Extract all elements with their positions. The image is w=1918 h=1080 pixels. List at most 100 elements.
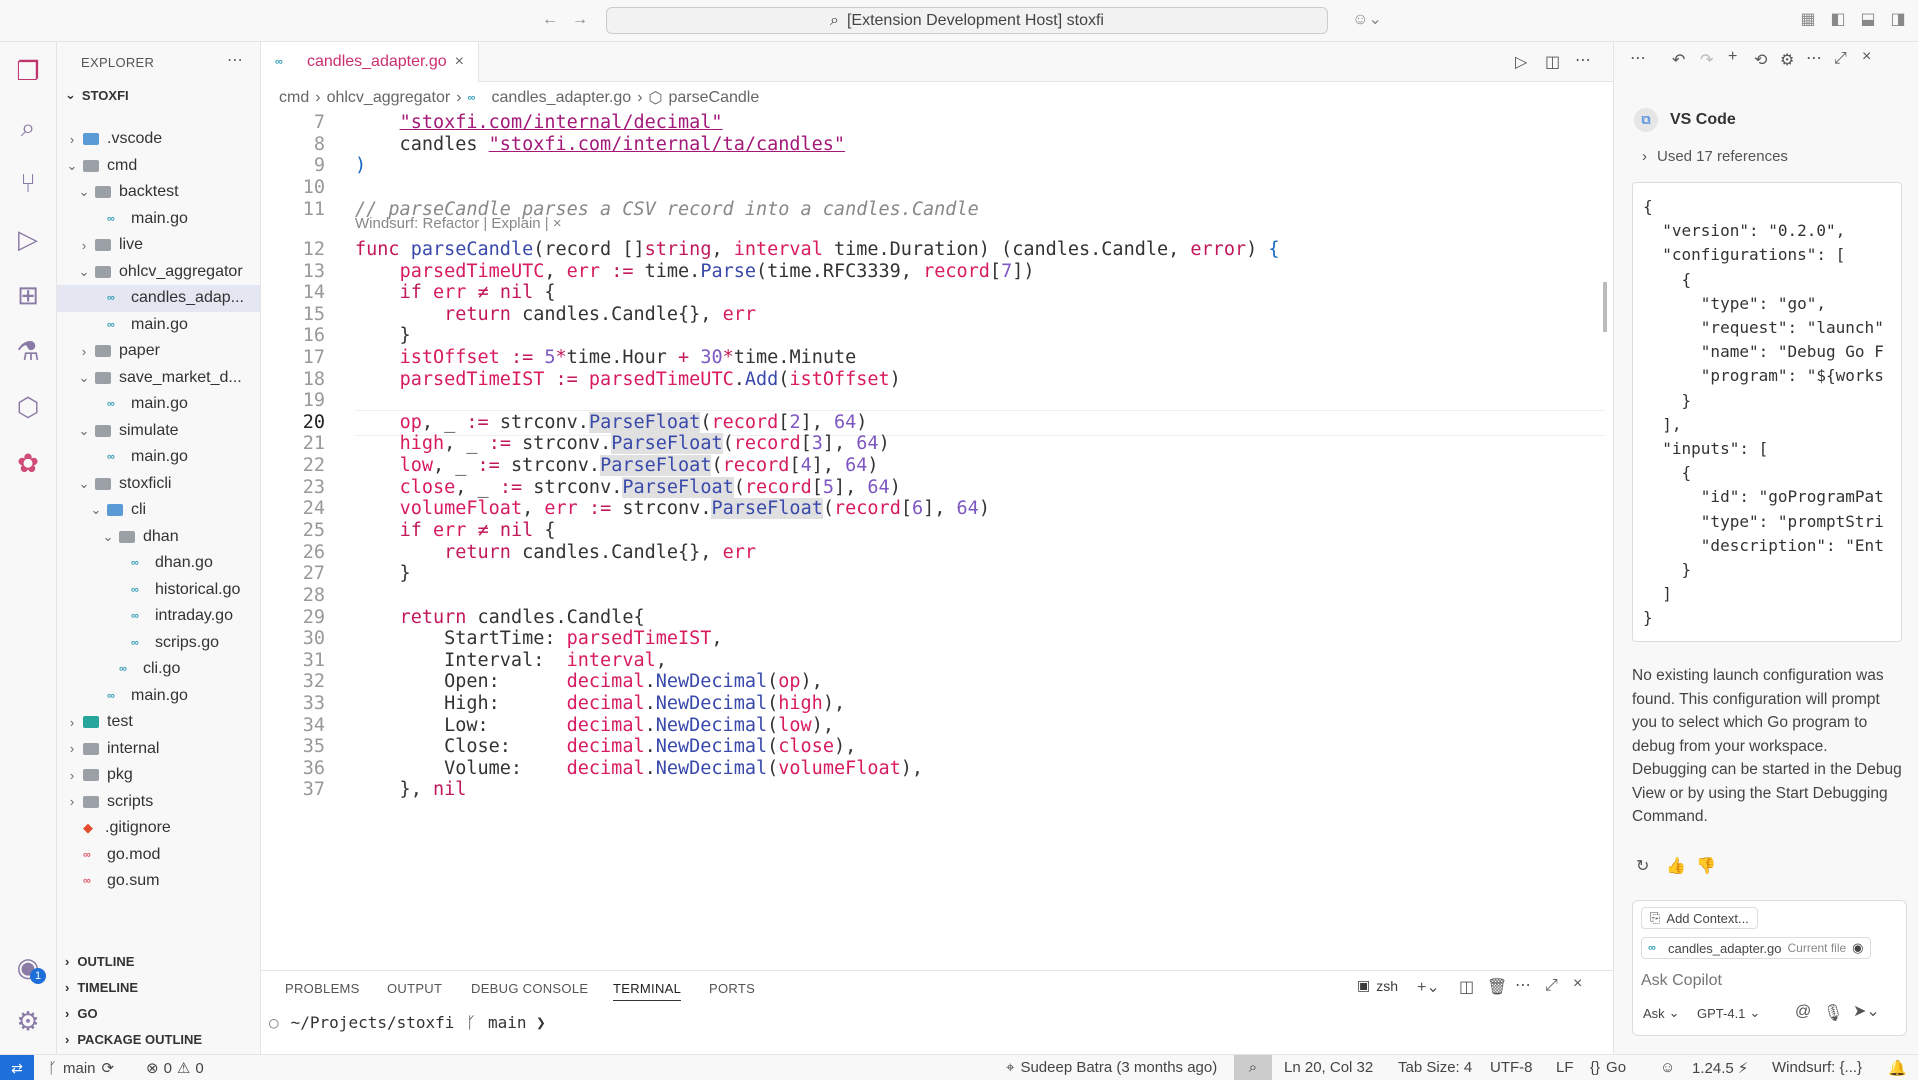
maximize-chat-icon[interactable]: ⤢ <box>1834 50 1847 68</box>
tree-item[interactable]: ⌄ cmd <box>57 153 260 180</box>
copilot-status-icon[interactable]: ☺ <box>1660 1059 1675 1076</box>
timeline-section[interactable]: › TIMELINE <box>57 974 260 1000</box>
eye-icon[interactable]: ◉ <box>1852 940 1863 956</box>
zoom-icon[interactable]: ⌕ <box>1234 1055 1272 1080</box>
tree-item[interactable]: ∞ main.go <box>57 391 260 418</box>
code-line[interactable]: }, nil <box>355 779 467 800</box>
tree-item[interactable]: ∞ historical.go <box>57 577 260 604</box>
code-line[interactable]: close, _ := strconv.ParseFloat(record[5]… <box>355 477 901 498</box>
tree-item[interactable]: ⌄ dhan <box>57 524 260 551</box>
remote-indicator-icon[interactable]: ⇄ <box>0 1055 34 1080</box>
breadcrumb-symbol[interactable]: parseCandle <box>669 89 760 107</box>
tab-problems[interactable]: PROBLEMS <box>285 981 360 996</box>
chat-options-icon[interactable]: ⋯ <box>1806 48 1822 68</box>
tree-item[interactable]: › internal <box>57 736 260 763</box>
thumbs-down-icon[interactable]: 👎 <box>1696 856 1716 876</box>
tree-item[interactable]: ∞ main.go <box>57 206 260 233</box>
extensions-icon[interactable]: ⊞ <box>9 276 47 314</box>
tree-item[interactable]: › pkg <box>57 762 260 789</box>
chat-input[interactable] <box>1641 969 1896 993</box>
tree-item[interactable]: › live <box>57 232 260 259</box>
close-tab-icon[interactable]: × <box>455 53 464 71</box>
windsurf-icon[interactable]: ✿ <box>9 444 47 482</box>
tree-item[interactable]: ◆ .gitignore <box>57 815 260 842</box>
tree-item[interactable]: ⌄ backtest <box>57 179 260 206</box>
tree-item[interactable]: ⌄ cli <box>57 497 260 524</box>
tree-item[interactable]: › test <box>57 709 260 736</box>
back-arrow-icon[interactable]: ← <box>540 10 560 30</box>
containers-icon[interactable]: ⬡ <box>9 388 47 426</box>
code-line[interactable]: High: decimal.NewDecimal(high), <box>355 693 845 714</box>
tree-item[interactable]: ∞ main.go <box>57 444 260 471</box>
notifications-bell-icon[interactable]: 🔔 <box>1888 1059 1907 1077</box>
history-icon[interactable]: ⟲ <box>1754 50 1767 70</box>
code-line[interactable]: high, _ := strconv.ParseFloat(record[3],… <box>355 433 890 454</box>
eol[interactable]: LF <box>1556 1059 1574 1076</box>
tree-item[interactable]: ⌄ stoxficli <box>57 471 260 498</box>
search-icon[interactable]: ⌕ <box>9 108 47 146</box>
go-version[interactable]: 1.24.5 ⚡ <box>1692 1059 1748 1078</box>
code-line[interactable]: return candles.Candle{}, err <box>355 542 756 563</box>
code-line[interactable]: if err ≠ nil { <box>355 282 556 303</box>
layout-icon[interactable]: ▦ <box>1798 10 1818 30</box>
tab-candles-adapter[interactable]: ∞ candles_adapter.go × <box>261 42 480 82</box>
microphone-icon[interactable]: 🎙 <box>1823 1003 1843 1023</box>
outline-section[interactable]: › OUTLINE <box>57 948 260 974</box>
tree-item[interactable]: ∞ go.mod <box>57 842 260 869</box>
tree-item[interactable]: › .vscode <box>57 126 260 153</box>
tree-item[interactable]: › scripts <box>57 789 260 816</box>
split-editor-icon[interactable]: ◫ <box>1545 52 1560 72</box>
go-section[interactable]: › GO <box>57 1000 260 1026</box>
git-blame[interactable]: ⌖ Sudeep Batra (3 months ago) <box>1006 1059 1217 1076</box>
code-line[interactable]: istOffset := 5*time.Hour + 30*time.Minut… <box>355 347 857 368</box>
breadcrumb-cmd[interactable]: cmd <box>279 89 309 107</box>
tree-item[interactable]: ∞ scrips.go <box>57 630 260 657</box>
code-line[interactable]: return candles.Candle{}, err <box>355 304 756 325</box>
close-panel-icon[interactable]: × <box>1573 975 1582 993</box>
tree-item[interactable]: ⌄ simulate <box>57 418 260 445</box>
copilot-icon[interactable]: ☺⌄ <box>1352 10 1382 30</box>
toggle-secondary-sidebar-icon[interactable]: ◨ <box>1888 10 1908 30</box>
code-line[interactable]: } <box>355 563 411 584</box>
tab-ports[interactable]: PORTS <box>709 981 755 996</box>
toggle-sidebar-icon[interactable]: ◧ <box>1828 10 1848 30</box>
code-line[interactable]: func parseCandle(record []string, interv… <box>355 239 1280 260</box>
testing-icon[interactable]: ⚗ <box>9 332 47 370</box>
explorer-icon[interactable]: ❐ <box>9 52 47 90</box>
code-line[interactable]: candles "stoxfi.com/internal/ta/candles" <box>355 134 846 155</box>
code-line[interactable]: } <box>355 325 411 346</box>
code-line[interactable]: low, _ := strconv.ParseFloat(record[4], … <box>355 455 879 476</box>
code-line[interactable]: StartTime: parsedTimeIST, <box>355 628 722 649</box>
scrollbar-thumb[interactable] <box>1603 282 1607 332</box>
code-line[interactable]: ) <box>355 155 366 176</box>
undo-icon[interactable]: ↶ <box>1672 50 1685 70</box>
code-line[interactable]: return candles.Candle{ <box>355 607 645 628</box>
tree-item[interactable]: ∞ main.go <box>57 683 260 710</box>
code-line[interactable]: Low: decimal.NewDecimal(low), <box>355 715 834 736</box>
maximize-panel-icon[interactable]: ⤢ <box>1545 977 1558 995</box>
current-file-chip[interactable]: ∞ candles_adapter.go Current file ◉ <box>1641 937 1871 959</box>
tab-output[interactable]: OUTPUT <box>387 981 442 996</box>
chat-more-icon[interactable]: ⋯ <box>1630 48 1646 68</box>
windsurf-status[interactable]: Windsurf: {...} <box>1772 1059 1862 1076</box>
code-line[interactable]: "stoxfi.com/internal/decimal" <box>355 112 723 133</box>
settings-gear-icon[interactable]: ⚙ <box>1780 50 1794 70</box>
tab-debug-console[interactable]: DEBUG CONSOLE <box>471 981 588 996</box>
panel-more-icon[interactable]: ⋯ <box>1515 975 1531 995</box>
code-line[interactable]: Interval: interval, <box>355 650 667 671</box>
mention-icon[interactable]: @ <box>1795 1003 1811 1021</box>
forward-arrow-icon[interactable]: → <box>570 10 590 30</box>
breadcrumb-ohlcv[interactable]: ohlcv_aggregator <box>327 89 451 107</box>
tree-item[interactable]: ∞ intraday.go <box>57 603 260 630</box>
thumbs-up-icon[interactable]: 👍 <box>1666 856 1686 876</box>
tree-item[interactable]: ⌄ ohlcv_aggregator <box>57 259 260 286</box>
new-terminal-icon[interactable]: +⌄ <box>1417 977 1440 997</box>
code-line[interactable]: parsedTimeUTC, err := time.Parse(time.RF… <box>355 261 1035 282</box>
toggle-panel-icon[interactable]: ⬓ <box>1858 10 1878 30</box>
package-outline-section[interactable]: › PACKAGE OUTLINE <box>57 1026 260 1052</box>
encoding[interactable]: UTF-8 <box>1490 1059 1533 1076</box>
tree-item[interactable]: ∞ candles_adap... <box>57 285 260 312</box>
split-terminal-icon[interactable]: ◫ <box>1459 977 1474 997</box>
references-toggle[interactable]: › Used 17 references <box>1642 148 1788 165</box>
breadcrumb-file[interactable]: candles_adapter.go <box>492 89 632 107</box>
